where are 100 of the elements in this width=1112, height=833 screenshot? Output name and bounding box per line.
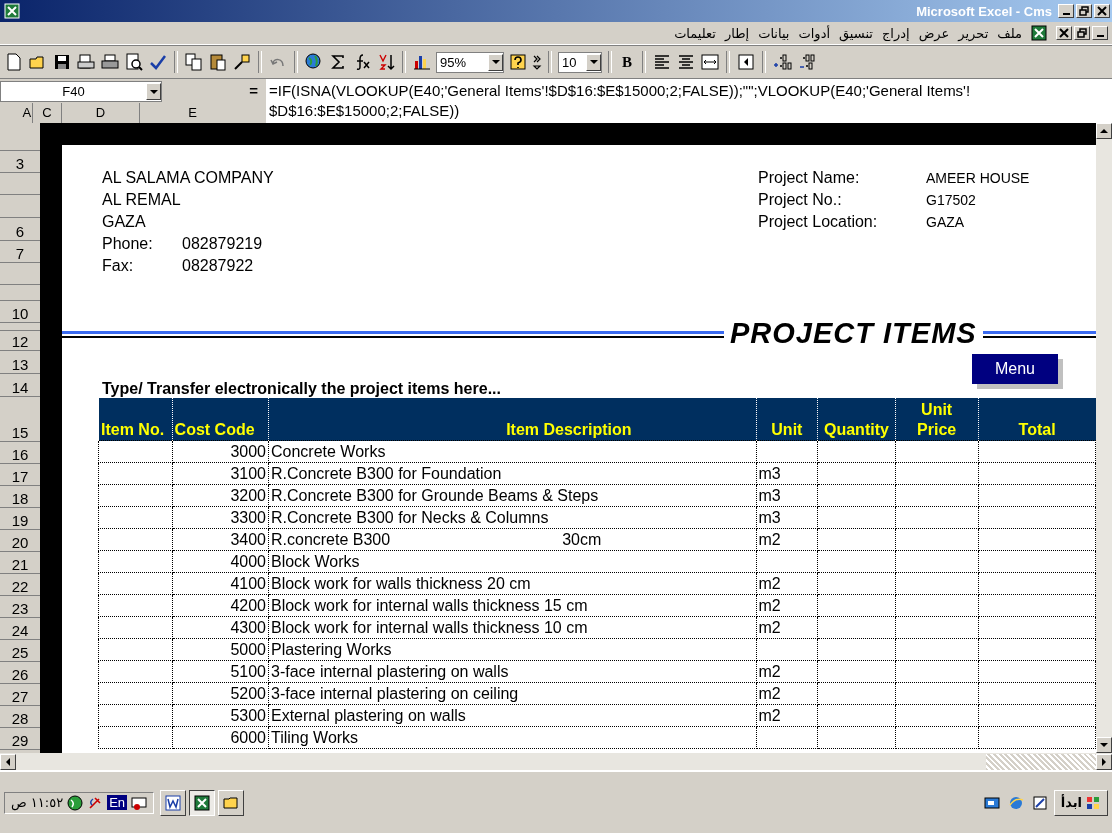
row-header[interactable]: 6 (15, 224, 25, 240)
formula-field[interactable]: =IF(ISNA(VLOOKUP(E40;'General Items'!$D$16:$E$15000;2;FALSE));"";VLOOKUP(E40;'General Items'! $D$16:$E$15000;2;FALSE)) (266, 79, 1112, 123)
table-cell: 3-face internal plastering on ceiling (268, 682, 756, 705)
table-cell: m2 (756, 572, 818, 595)
minimize-button[interactable] (1058, 4, 1074, 18)
row-header[interactable]: 10 (11, 306, 29, 322)
row-header[interactable]: 26 (11, 667, 29, 683)
table-cell: 3200 (172, 484, 269, 507)
name-box[interactable]: F40 (0, 81, 162, 102)
printer-icon[interactable] (100, 52, 120, 72)
table-cell: m2 (756, 528, 818, 551)
spreadsheet-icon (4, 3, 20, 19)
project-value: AMEER HOUSE (926, 169, 1030, 188)
table-cell: 6000 (172, 726, 269, 749)
folder-icon (223, 794, 240, 811)
caret-icon (589, 58, 598, 66)
globe-icon[interactable] (67, 794, 84, 811)
keyboard-icon[interactable] (131, 794, 148, 811)
close-button[interactable] (1056, 26, 1072, 40)
sort-icon[interactable] (376, 52, 396, 72)
row-header[interactable]: 29 (11, 733, 29, 749)
menu-item[interactable]: إدراج (881, 25, 910, 41)
zoom-dropdown[interactable]: 95% (436, 51, 504, 73)
restore-button[interactable] (1076, 4, 1092, 18)
scroll-up-icon[interactable] (1100, 127, 1108, 135)
table-cell: m2 (756, 594, 818, 617)
menu-item[interactable]: ملف (997, 25, 1022, 41)
taskbar-button[interactable] (189, 789, 216, 816)
table-cell: Plastering Works (268, 638, 756, 661)
table-cell: 4000 (172, 550, 269, 573)
menu-item[interactable]: تنسيق (839, 25, 873, 41)
row-header[interactable]: 15 (11, 425, 29, 441)
row-header[interactable]: 7 (15, 246, 25, 262)
language-indicator[interactable]: En (107, 795, 128, 810)
start-button[interactable]: ابدأ (1053, 789, 1108, 816)
horizontal-scrollbar[interactable] (0, 753, 1112, 770)
windows-logo-icon (1085, 794, 1101, 811)
row-header[interactable]: 18 (11, 491, 29, 507)
row-header[interactable]: 21 (11, 557, 29, 573)
restore-icon (1077, 28, 1087, 38)
row-header[interactable]: 14 (11, 380, 29, 396)
bold-button[interactable]: B (618, 53, 636, 71)
row-header[interactable]: 16 (11, 447, 29, 463)
preview-icon[interactable] (124, 52, 144, 72)
menu-item[interactable]: إطار (724, 25, 750, 41)
menu-item[interactable]: بيانات (758, 25, 790, 41)
table-cell: R.concrete B300 30cm (268, 528, 756, 551)
copy-icon[interactable] (184, 52, 204, 72)
row-header[interactable]: 17 (11, 469, 29, 485)
align-center-icon[interactable] (676, 52, 696, 72)
equals-button[interactable]: = (228, 79, 266, 123)
table-cell: Block work for walls thickness 20 cm (268, 572, 756, 595)
row-header[interactable]: 22 (11, 579, 29, 595)
column-heading: Unit (756, 398, 818, 441)
menu-item[interactable]: أدوات (798, 25, 831, 41)
menu-item[interactable]: عرض (918, 25, 950, 41)
contact-value: 082879219 (182, 234, 263, 254)
align-left-icon[interactable] (652, 52, 672, 72)
increase-decimal-icon[interactable] (772, 52, 794, 72)
table-cell: 4200 (172, 594, 269, 617)
table-cell: 3400 (172, 528, 269, 551)
row-header[interactable]: 24 (11, 623, 29, 639)
help-icon[interactable] (508, 52, 528, 72)
table-cell: 3000 (172, 440, 269, 463)
minimize-button[interactable] (1092, 26, 1108, 40)
row-header[interactable]: 23 (11, 601, 29, 617)
brush-icon[interactable] (232, 52, 252, 72)
font-size-dropdown[interactable]: 10 (558, 51, 602, 73)
column-header[interactable]: E (139, 103, 200, 123)
row-header[interactable]: 28 (11, 711, 29, 727)
vertical-scrollbar[interactable] (1096, 123, 1112, 753)
merge-center-icon[interactable] (700, 52, 720, 72)
browser-icon[interactable] (1007, 794, 1024, 811)
column-heading: Cost Code (172, 398, 269, 441)
paste-icon[interactable] (208, 52, 228, 72)
save-icon[interactable] (52, 52, 72, 72)
row-header[interactable]: 19 (11, 513, 29, 529)
row-header[interactable]: 20 (11, 535, 29, 551)
close-icon (1097, 6, 1107, 16)
scroll-right-icon[interactable] (1100, 757, 1108, 766)
row-header[interactable]: 27 (11, 689, 29, 705)
row-header[interactable]: 12 (11, 334, 29, 350)
close-button[interactable] (1094, 4, 1110, 18)
globe-icon[interactable] (304, 52, 324, 72)
row-header[interactable]: 3 (15, 156, 25, 172)
menu-item[interactable]: تحرير (958, 25, 989, 41)
restore-icon (1079, 6, 1089, 16)
table-cell: m3 (756, 462, 818, 485)
restore-button[interactable] (1074, 26, 1090, 40)
row-header[interactable]: 13 (11, 357, 29, 373)
row-header[interactable]: 25 (11, 645, 29, 661)
menu-item[interactable]: تعليمات (674, 25, 716, 41)
company-text: GAZA (102, 212, 147, 232)
scroll-down-icon[interactable] (1100, 741, 1108, 749)
pen-icon[interactable] (1031, 794, 1048, 811)
column-heading: Total (978, 398, 1096, 441)
scroll-left-icon[interactable] (4, 757, 12, 766)
desktop-icon[interactable] (983, 794, 1000, 811)
new-icon[interactable] (4, 52, 24, 72)
table-cell: Block work for internal walls thickness 15 cm (268, 594, 756, 617)
